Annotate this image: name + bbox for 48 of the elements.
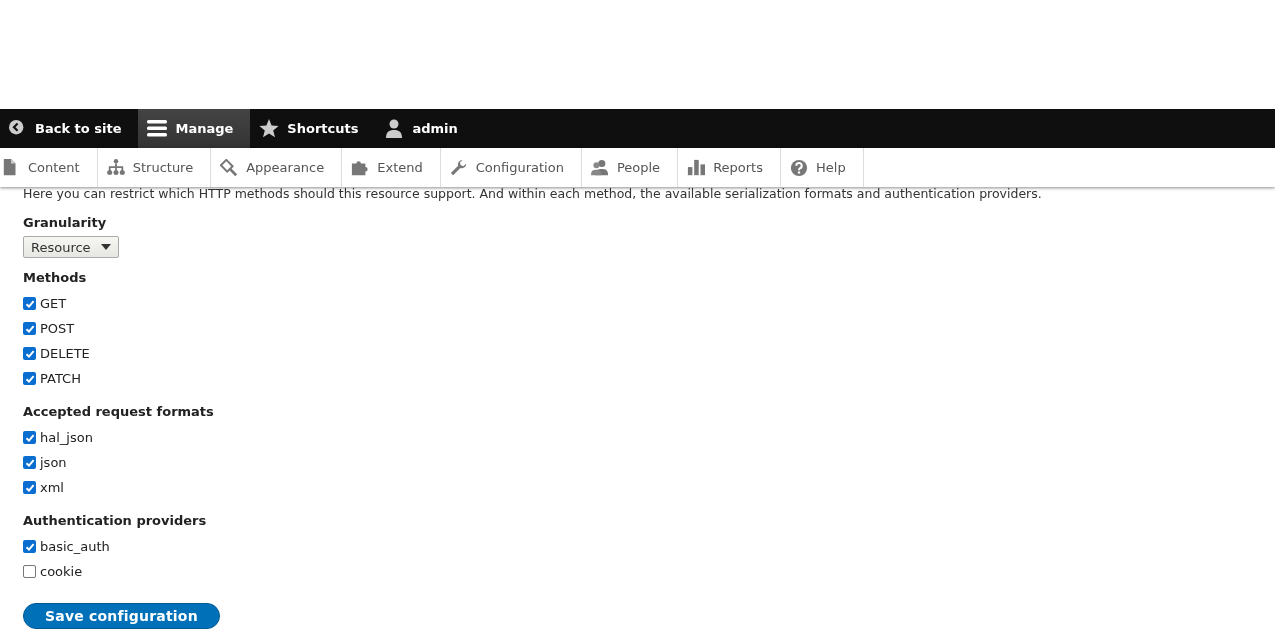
hierarchy-icon	[106, 158, 125, 177]
checkbox-label: GET	[40, 296, 67, 311]
star-icon	[259, 118, 280, 139]
help-icon	[790, 158, 808, 177]
menu-link[interactable]: Reports	[678, 148, 781, 187]
checkbox-label: basic_auth	[40, 539, 110, 554]
group-heading: Methods	[23, 270, 88, 285]
bar-chart-icon	[687, 158, 706, 177]
toolbar-tab[interactable]: Manage	[138, 109, 251, 148]
menu-link[interactable]: Structure	[97, 148, 212, 187]
group-heading: Accepted request formats	[23, 404, 215, 419]
menu-link[interactable]: Help	[781, 148, 864, 187]
field-label: Granularity	[23, 215, 108, 230]
menu-link[interactable]: Configuration	[440, 148, 582, 187]
puzzle-icon	[351, 158, 370, 177]
checkbox-label: DELETE	[40, 346, 90, 361]
checkbox[interactable]	[23, 347, 36, 360]
checkbox[interactable]	[23, 372, 36, 385]
checkbox-label: PATCH	[40, 371, 81, 386]
menu-icon	[147, 118, 168, 139]
group-heading: Authentication providers	[23, 513, 208, 528]
checkbox[interactable]	[23, 431, 36, 444]
checkbox[interactable]	[23, 481, 36, 494]
checkbox[interactable]	[23, 297, 36, 310]
description-text: Here you can restrict which HTTP methods should this resource support. And within each method, the available serialization formats and authentication providers.	[23, 186, 1043, 201]
checkbox[interactable]	[23, 456, 36, 469]
checkbox[interactable]	[23, 322, 36, 335]
checkbox-label: xml	[40, 480, 64, 495]
brush-icon	[220, 158, 239, 177]
menu-link[interactable]: People	[581, 148, 679, 187]
toolbar-tab[interactable]: Shortcuts	[250, 109, 376, 148]
checkbox[interactable]	[23, 565, 36, 578]
save-button[interactable]: Save configuration	[23, 603, 220, 629]
toolbar-tab[interactable]: admin	[375, 109, 475, 148]
user-icon	[384, 118, 405, 139]
checkbox-label: POST	[40, 321, 75, 336]
people-icon	[590, 158, 609, 177]
checkbox-label: hal_json	[40, 430, 93, 445]
checkbox-label: json	[40, 455, 67, 470]
granularity-dropdown[interactable]: Resource	[23, 236, 119, 258]
checkbox[interactable]	[23, 540, 36, 553]
menu-link[interactable]: Extend	[342, 148, 441, 187]
caret-icon	[100, 244, 111, 250]
toolbar-tab[interactable]: Back to site	[0, 109, 139, 148]
wrench-icon	[449, 158, 468, 177]
menu-link[interactable]: Appearance	[211, 148, 343, 187]
menu-link[interactable]: Content	[0, 148, 98, 187]
checkbox-label: cookie	[40, 564, 83, 579]
